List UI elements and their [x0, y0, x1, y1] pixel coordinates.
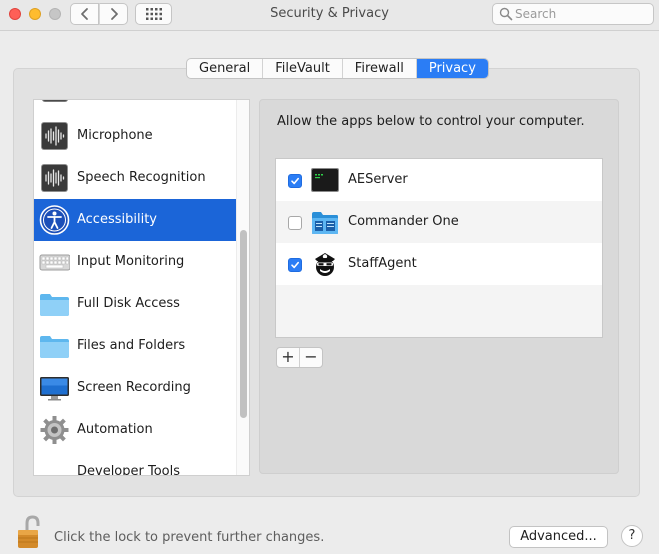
accessibility-icon [39, 205, 70, 235]
app-name: AEServer [348, 172, 408, 187]
lock-message: Click the lock to prevent further change… [54, 530, 325, 545]
sidebar-item-label: Microphone [77, 128, 153, 143]
app-row-aeserver[interactable]: AEServer [276, 159, 602, 201]
sidebar-item-label: Speech Recognition [77, 170, 206, 185]
display-icon [39, 373, 70, 403]
keyboard-icon [39, 247, 71, 277]
remove-app-button[interactable]: − [300, 348, 322, 367]
sidebar-item-label: Screen Recording [77, 380, 191, 395]
sidebar-item-accessibility[interactable]: Accessibility [34, 199, 236, 241]
allowed-apps-list[interactable]: AEServer Commander One StaffAgent [275, 158, 603, 338]
privacy-category-list[interactable]: Microphone Speech Recognition Accessibil… [33, 99, 250, 476]
sidebar-item-label: Developer Tools [77, 464, 181, 476]
speech-waveform-icon [39, 163, 70, 193]
app-name: Commander One [348, 214, 459, 229]
sidebar-item-speech-recognition[interactable]: Speech Recognition [34, 157, 236, 199]
app-row-empty [276, 285, 602, 337]
sidebar-item-partial[interactable] [34, 100, 236, 110]
checkmark-icon [291, 177, 299, 185]
tab-bar: General FileVault Firewall Privacy [186, 58, 489, 79]
add-remove-buttons: + − [276, 347, 323, 368]
app-row-staffagent[interactable]: StaffAgent [276, 243, 602, 285]
sidebar-item-label: Files and Folders [77, 338, 186, 353]
sidebar-item-automation[interactable]: Automation [34, 409, 236, 451]
sidebar-item-files-and-folders[interactable]: Files and Folders [34, 325, 236, 367]
gear-icon [39, 415, 70, 445]
staffagent-icon [311, 250, 339, 278]
checkmark-icon [291, 261, 299, 269]
sidebar-item-full-disk-access[interactable]: Full Disk Access [34, 283, 236, 325]
tab-firewall[interactable]: Firewall [343, 59, 417, 78]
tab-privacy[interactable]: Privacy [416, 59, 488, 78]
panel-description: Allow the apps below to control your com… [277, 114, 585, 129]
title-bar-divider [0, 30, 659, 31]
sidebar-item-developer-tools[interactable]: Developer Tools [34, 451, 236, 476]
terminal-icon [311, 166, 339, 194]
folder-icon [39, 289, 70, 319]
tab-filevault[interactable]: FileVault [263, 59, 343, 78]
app-checkbox-commander-one[interactable] [288, 216, 302, 230]
search-field[interactable] [492, 3, 654, 25]
sidebar-scrollbar-thumb[interactable] [240, 230, 247, 418]
lock-icon[interactable] [15, 514, 43, 550]
sidebar-item-label: Input Monitoring [77, 254, 185, 269]
help-button[interactable]: ? [621, 525, 643, 547]
app-name: StaffAgent [348, 256, 417, 271]
folder-icon [39, 331, 70, 361]
app-row-commander-one[interactable]: Commander One [276, 201, 602, 243]
developer-tools-icon [39, 457, 70, 475]
app-checkbox-aeserver[interactable] [288, 174, 302, 188]
add-app-button[interactable]: + [277, 348, 300, 367]
sidebar-item-input-monitoring[interactable]: Input Monitoring [34, 241, 236, 283]
advanced-button[interactable]: Advanced... [509, 526, 608, 548]
sidebar-item-label: Accessibility [77, 212, 157, 227]
sidebar-item-screen-recording[interactable]: Screen Recording [34, 367, 236, 409]
partial-item-icon [39, 100, 70, 104]
commander-one-icon [311, 208, 339, 236]
app-checkbox-staffagent[interactable] [288, 258, 302, 272]
microphone-waveform-icon [39, 121, 70, 151]
sidebar-item-microphone[interactable]: Microphone [34, 115, 236, 157]
sidebar-item-label: Full Disk Access [77, 296, 180, 311]
tab-general[interactable]: General [187, 59, 264, 78]
sidebar-item-label: Automation [77, 422, 153, 437]
search-icon [499, 7, 513, 21]
search-input[interactable] [515, 5, 649, 23]
